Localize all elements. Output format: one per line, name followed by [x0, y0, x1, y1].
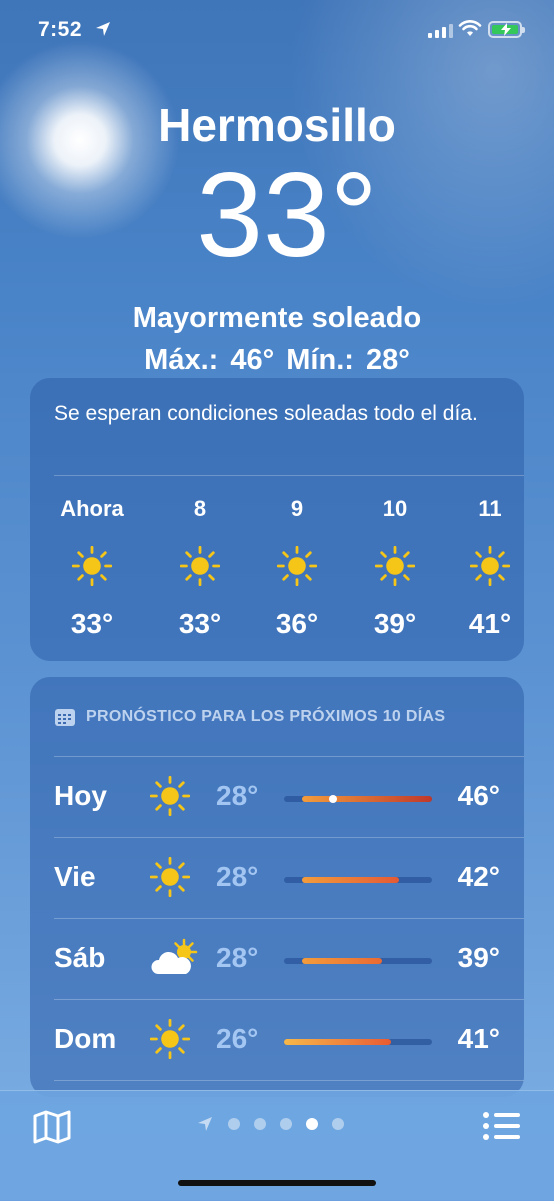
temperature-range-bar — [284, 1039, 432, 1045]
current-temperature-dot — [328, 795, 337, 803]
temperature-range-fill — [301, 877, 400, 883]
low-temp: 28° — [216, 780, 259, 811]
temperature-range-bar — [284, 958, 432, 964]
page-indicator[interactable] — [196, 1115, 344, 1133]
city-name: Hermosillo — [158, 99, 396, 151]
battery-charging-icon — [488, 21, 525, 38]
daily-forecast-title: PRONÓSTICO PARA LOS PRÓXIMOS 10 DÍAS — [86, 708, 446, 725]
list-icon[interactable] — [482, 1111, 522, 1141]
page-dot[interactable] — [228, 1118, 240, 1130]
high-temp: 41° — [457, 1023, 500, 1054]
divider — [54, 837, 524, 838]
wifi-icon — [458, 20, 482, 36]
low-temp: 26° — [216, 1023, 259, 1054]
weather-condition: Mayormente soleado — [132, 302, 422, 334]
hour-temp: 41° — [468, 608, 512, 639]
hour-label: 8 — [193, 496, 207, 521]
day-row[interactable]: Dom 26° 41° — [54, 1001, 500, 1081]
hour-item: 11 41° — [440, 496, 540, 640]
location-arrow-icon — [96, 22, 110, 36]
sun-icon — [149, 856, 191, 902]
divider — [54, 1080, 524, 1081]
temperature-range-bar — [284, 877, 432, 883]
divider — [54, 918, 524, 919]
location-page-icon[interactable] — [196, 1115, 214, 1133]
temperature-range-bar — [284, 795, 432, 803]
hour-temp: 39° — [373, 608, 417, 639]
low-temp: 28° — [216, 942, 259, 973]
sun-icon — [247, 546, 347, 586]
sun-icon — [149, 775, 191, 821]
status-time: 7:52 — [38, 18, 83, 41]
high-temp: 42° — [457, 861, 500, 892]
day-row[interactable]: Vie 28° 42° — [54, 839, 500, 919]
home-indicator[interactable] — [178, 1180, 376, 1186]
hour-label: 11 — [478, 496, 502, 521]
page-dot[interactable] — [332, 1118, 344, 1130]
hourly-forecast-card[interactable]: Se esperan condiciones soleadas todo el … — [30, 378, 524, 661]
hour-label: 10 — [382, 496, 408, 521]
temperature-range-fill — [301, 958, 382, 964]
hour-label: 9 — [290, 496, 304, 521]
page-dot-active[interactable] — [306, 1118, 318, 1130]
high-low-temperature: Máx.: 46° Mín.: 28° — [144, 344, 410, 376]
calendar-icon — [55, 709, 75, 726]
hour-item: 10 39° — [345, 496, 445, 640]
current-temperature: 33° — [196, 148, 378, 282]
hour-item: 8 33° — [150, 496, 250, 640]
day-label: Vie — [54, 861, 96, 892]
daily-forecast-header: PRONÓSTICO PARA LOS PRÓXIMOS 10 DÍAS — [54, 707, 445, 727]
partly-cloudy-icon — [150, 938, 202, 983]
cellular-signal-icon — [428, 24, 453, 38]
hour-temp: 33° — [178, 608, 222, 639]
divider — [54, 999, 524, 1000]
hour-item: Ahora 33° — [42, 496, 142, 640]
hour-temp: 36° — [275, 608, 319, 639]
day-row[interactable]: Sáb 28° 39° — [54, 920, 500, 1000]
page-dot[interactable] — [280, 1118, 292, 1130]
high-temp: 46° — [457, 780, 500, 811]
forecast-summary: Se esperan condiciones soleadas todo el … — [54, 402, 478, 425]
temperature-range-fill — [284, 1039, 391, 1045]
sun-icon — [149, 1018, 191, 1064]
sun-icon — [42, 546, 142, 586]
low-temp: 28° — [216, 861, 259, 892]
map-icon[interactable] — [32, 1109, 72, 1145]
sun-icon — [150, 546, 250, 586]
hour-item: 9 36° — [247, 496, 347, 640]
temperature-range-fill — [301, 796, 432, 802]
divider — [54, 756, 524, 757]
sun-icon — [440, 546, 540, 586]
day-label: Sáb — [54, 942, 106, 973]
hourly-list[interactable]: Ahora 33° 8 33° 9 36° 10 39° 11 41° — [30, 496, 524, 646]
ten-day-forecast-card[interactable]: PRONÓSTICO PARA LOS PRÓXIMOS 10 DÍAS Hoy… — [30, 677, 524, 1097]
hour-label: Ahora — [60, 496, 124, 521]
sun-icon — [345, 546, 445, 586]
hour-temp: 33° — [70, 608, 114, 639]
day-label: Dom — [54, 1023, 117, 1054]
page-dot[interactable] — [254, 1118, 266, 1130]
day-row[interactable]: Hoy 28° 46° — [54, 758, 500, 838]
high-temp: 39° — [457, 942, 500, 973]
divider — [54, 475, 524, 476]
day-label: Hoy — [54, 780, 107, 811]
